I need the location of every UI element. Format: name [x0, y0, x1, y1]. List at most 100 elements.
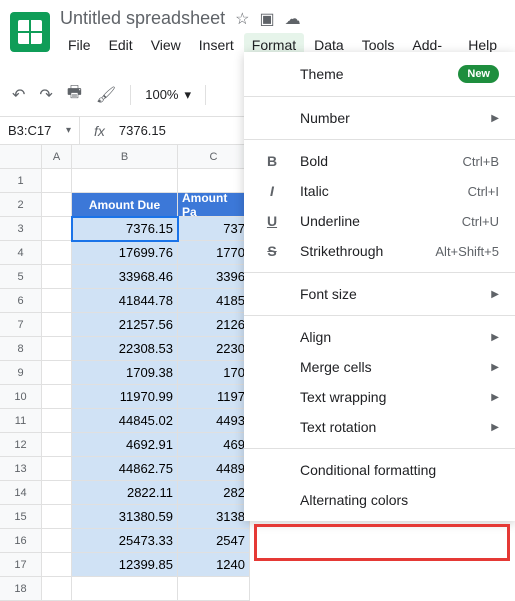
cell[interactable]: 737: [178, 217, 250, 241]
cell[interactable]: [42, 193, 72, 217]
cell[interactable]: [42, 529, 72, 553]
menu-underline[interactable]: UUnderlineCtrl+U: [244, 206, 515, 236]
cell[interactable]: 44862.75: [72, 457, 178, 481]
paint-format-icon[interactable]: 🖌: [96, 85, 116, 105]
cell[interactable]: [42, 313, 72, 337]
cell[interactable]: 31380.59: [72, 505, 178, 529]
cell[interactable]: 22308.53: [72, 337, 178, 361]
cell[interactable]: [42, 577, 72, 601]
cell[interactable]: [42, 457, 72, 481]
menu-rotate[interactable]: .Text rotation▶: [244, 412, 515, 442]
row-header[interactable]: 7: [0, 313, 42, 337]
cell[interactable]: 4493: [178, 409, 250, 433]
cell[interactable]: 1240: [178, 553, 250, 577]
cell[interactable]: [42, 337, 72, 361]
row-header[interactable]: 11: [0, 409, 42, 433]
menu-strikethrough[interactable]: SStrikethroughAlt+Shift+5: [244, 236, 515, 266]
print-icon[interactable]: 🖶: [67, 81, 82, 108]
cell[interactable]: 3138: [178, 505, 250, 529]
cell[interactable]: [42, 385, 72, 409]
cell[interactable]: 41844.78: [72, 289, 178, 313]
row-header[interactable]: 10: [0, 385, 42, 409]
cell[interactable]: 12399.85: [72, 553, 178, 577]
menu-align[interactable]: .Align▶: [244, 322, 515, 352]
doc-title[interactable]: Untitled spreadsheet: [60, 8, 225, 29]
select-all-corner[interactable]: [0, 145, 42, 169]
menu-fontsize[interactable]: .Font size▶: [244, 279, 515, 309]
cell[interactable]: 4185: [178, 289, 250, 313]
formula-input[interactable]: 7376.15: [119, 123, 166, 138]
cell[interactable]: [42, 553, 72, 577]
row-header[interactable]: 9: [0, 361, 42, 385]
cell[interactable]: [42, 217, 72, 241]
sheets-logo[interactable]: [10, 12, 50, 52]
cell[interactable]: [42, 505, 72, 529]
row-header[interactable]: 3: [0, 217, 42, 241]
cell[interactable]: 1709.38: [72, 361, 178, 385]
cloud-icon[interactable]: ☁: [285, 9, 301, 29]
cell[interactable]: 2822.11: [72, 481, 178, 505]
cell[interactable]: [42, 265, 72, 289]
menu-view[interactable]: View: [143, 33, 189, 73]
zoom-selector[interactable]: 100% ▾: [145, 87, 191, 103]
table-header[interactable]: Amount Due: [72, 193, 178, 217]
row-header[interactable]: 2: [0, 193, 42, 217]
menu-edit[interactable]: Edit: [101, 33, 141, 73]
undo-icon[interactable]: ↶: [12, 85, 25, 105]
redo-icon[interactable]: ↷: [39, 85, 52, 105]
cell[interactable]: 1197: [178, 385, 250, 409]
menu-insert[interactable]: Insert: [191, 33, 242, 73]
cell[interactable]: [178, 169, 250, 193]
row-header[interactable]: 17: [0, 553, 42, 577]
cell[interactable]: [42, 433, 72, 457]
col-header[interactable]: B: [72, 145, 178, 169]
cell[interactable]: 170: [178, 361, 250, 385]
menu-merge[interactable]: .Merge cells▶: [244, 352, 515, 382]
cell[interactable]: 33968.46: [72, 265, 178, 289]
cell[interactable]: 4692.91: [72, 433, 178, 457]
star-icon[interactable]: ☆: [235, 9, 249, 29]
cell[interactable]: 3396: [178, 265, 250, 289]
cell[interactable]: 2126: [178, 313, 250, 337]
cell[interactable]: [178, 577, 250, 601]
row-header[interactable]: 4: [0, 241, 42, 265]
row-header[interactable]: 16: [0, 529, 42, 553]
menu-theme[interactable]: .ThemeNew: [244, 58, 515, 90]
cell[interactable]: [42, 169, 72, 193]
menu-number[interactable]: .Number▶: [244, 103, 515, 133]
menu-wrap[interactable]: .Text wrapping▶: [244, 382, 515, 412]
menu-file[interactable]: File: [60, 33, 99, 73]
table-header[interactable]: Amount Pa: [178, 193, 250, 217]
cell[interactable]: 4489: [178, 457, 250, 481]
cell[interactable]: [42, 361, 72, 385]
row-header[interactable]: 15: [0, 505, 42, 529]
cell[interactable]: [42, 241, 72, 265]
row-header[interactable]: 14: [0, 481, 42, 505]
cell[interactable]: 25473.33: [72, 529, 178, 553]
cell[interactable]: [42, 481, 72, 505]
cell[interactable]: 2547: [178, 529, 250, 553]
row-header[interactable]: 5: [0, 265, 42, 289]
cell[interactable]: 17699.76: [72, 241, 178, 265]
cell[interactable]: 21257.56: [72, 313, 178, 337]
cell[interactable]: 7376.15: [72, 217, 178, 241]
cell[interactable]: 44845.02: [72, 409, 178, 433]
cell[interactable]: 469: [178, 433, 250, 457]
row-header[interactable]: 18: [0, 577, 42, 601]
col-header[interactable]: C: [178, 145, 250, 169]
cell[interactable]: 11970.99: [72, 385, 178, 409]
cell[interactable]: [42, 409, 72, 433]
row-header[interactable]: 1: [0, 169, 42, 193]
menu-alternating-colors[interactable]: .Alternating colors: [244, 485, 515, 515]
cell[interactable]: 2230: [178, 337, 250, 361]
menu-conditional-formatting[interactable]: .Conditional formatting: [244, 455, 515, 485]
move-icon[interactable]: ▣: [259, 9, 274, 29]
name-box[interactable]: B3:C17▾: [0, 117, 80, 144]
col-header[interactable]: A: [42, 145, 72, 169]
cell[interactable]: [72, 169, 178, 193]
row-header[interactable]: 8: [0, 337, 42, 361]
cell[interactable]: [42, 289, 72, 313]
cell[interactable]: 282: [178, 481, 250, 505]
row-header[interactable]: 13: [0, 457, 42, 481]
cell[interactable]: [72, 577, 178, 601]
